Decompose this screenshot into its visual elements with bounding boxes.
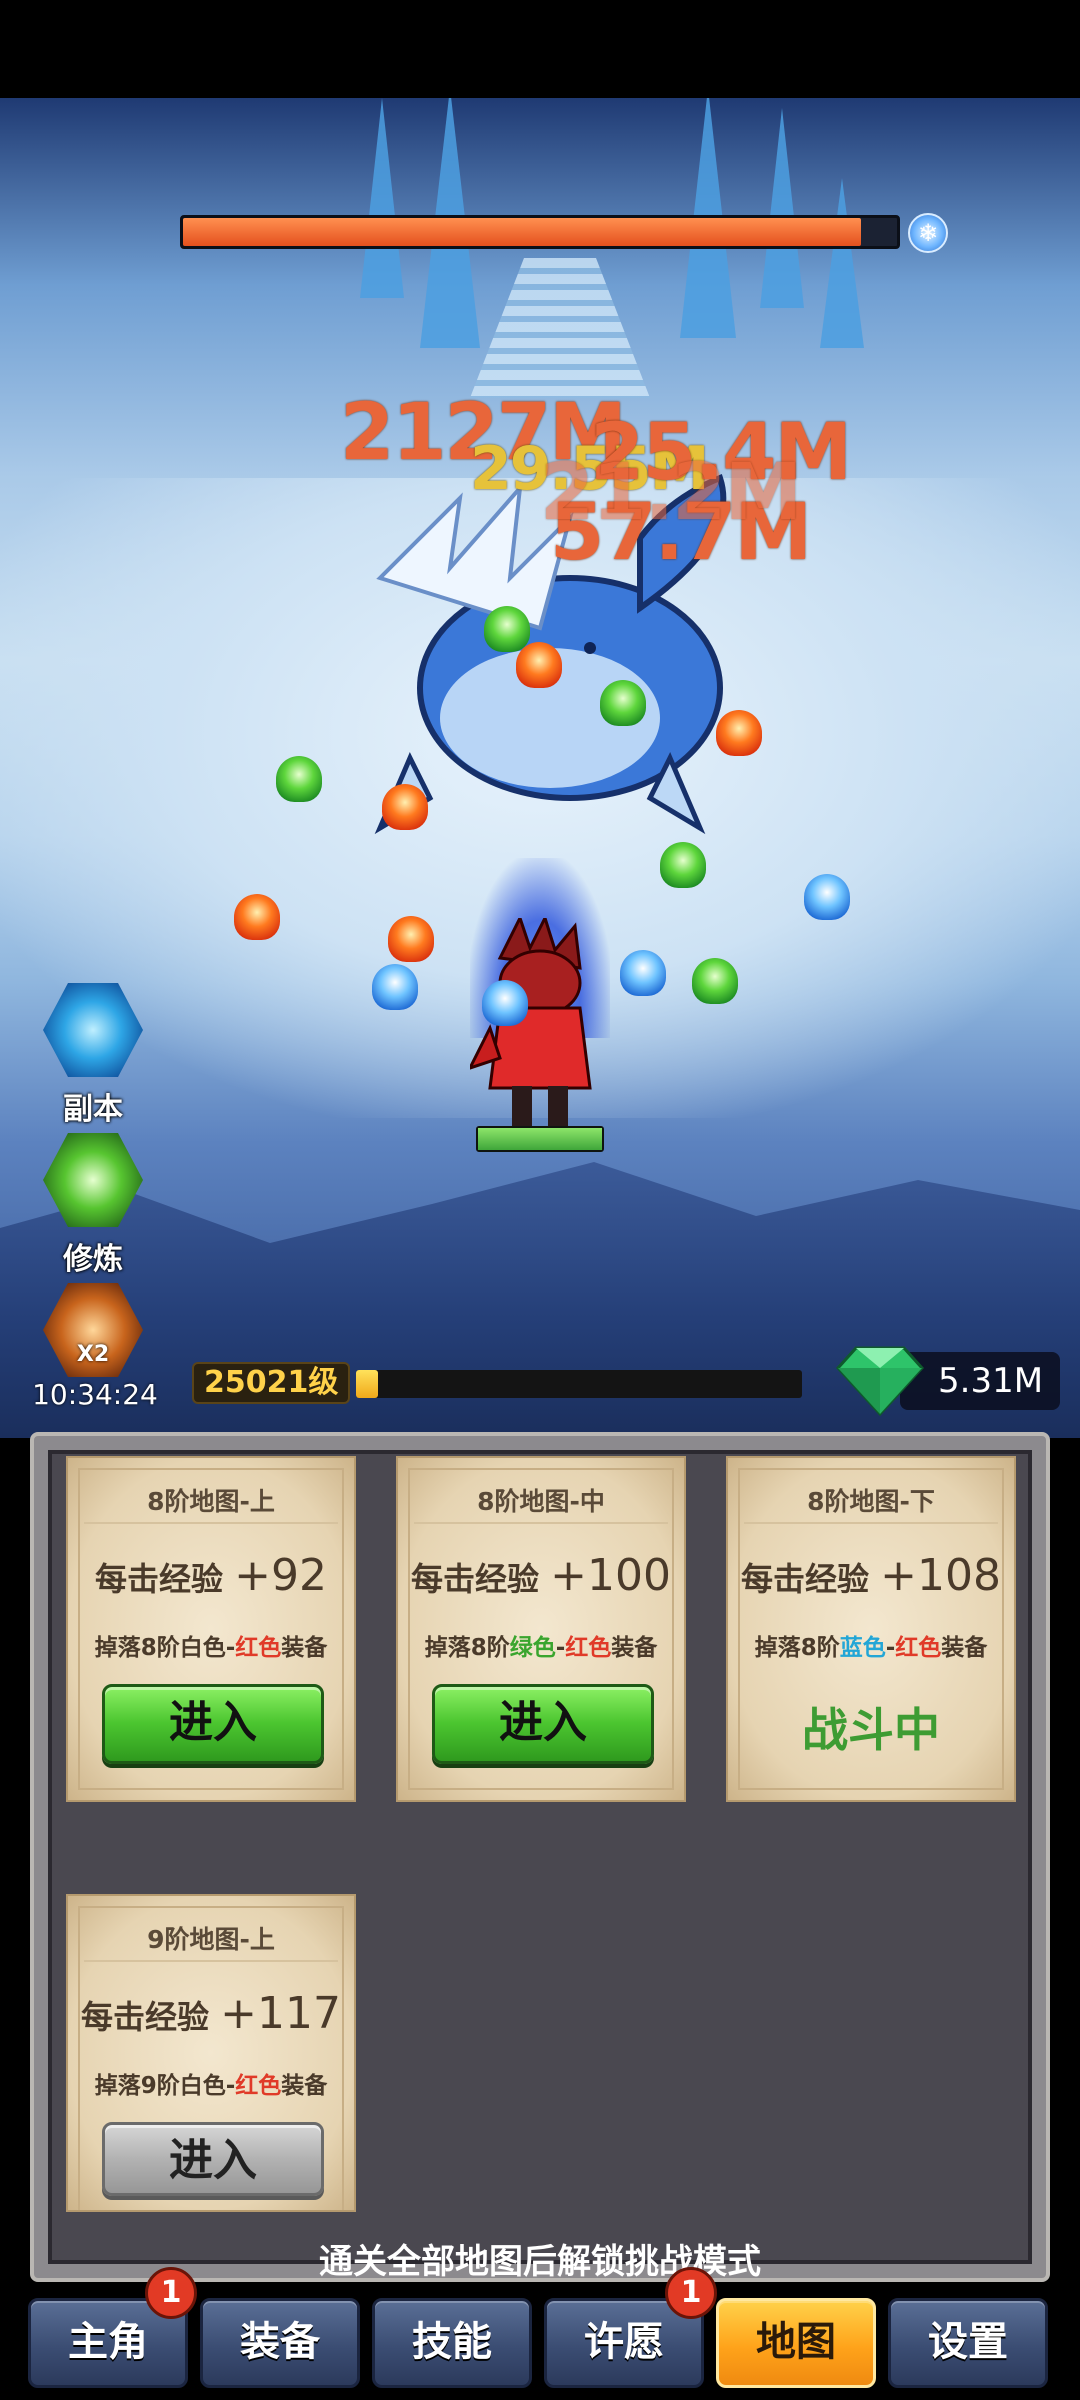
map-list: 8阶地图-上 每击经验 +92 掉落8阶白色-红色装备 进入 8阶地图-中 每击… (48, 1450, 1032, 2282)
nav-wish[interactable]: 许愿 1 (544, 2267, 717, 2388)
red-fire-orb (716, 710, 762, 756)
ice-crystal (760, 108, 804, 308)
map-card: 8阶地图-上 每击经验 +92 掉落8阶白色-红色装备 进入 (66, 1456, 356, 1802)
red-fire-orb (234, 894, 280, 940)
map-card: 8阶地图-下 每击经验 +108 掉落8阶蓝色-红色装备 战斗中 (726, 1456, 1016, 1802)
nav-equipment-label: 装备 (240, 2319, 320, 2365)
exp-per-hit: 每击经验 +100 (410, 1550, 671, 1601)
blue-fire-orb (804, 874, 850, 920)
nav-map[interactable]: 地图 (716, 2298, 876, 2388)
boss-health-fill (183, 218, 862, 246)
hero-health-bar (476, 1126, 604, 1152)
hero-health-fill (478, 1128, 602, 1150)
red-fire-orb (516, 642, 562, 688)
red-fire-orb (388, 916, 434, 962)
training-swirl-icon (43, 1133, 143, 1227)
blue-fire-orb (372, 964, 418, 1010)
nav-hero[interactable]: 主角 1 (28, 2267, 197, 2388)
map-title: 8阶地图-中 (477, 1487, 605, 1516)
map-title: 9阶地图-上 (147, 1925, 275, 1954)
bottom-navigation: 主角 1 装备 技能 许愿 1 地图 设置 (0, 2267, 1080, 2400)
dungeon-button[interactable]: 副本 (40, 980, 146, 1128)
green-fire-orb (484, 606, 530, 652)
nav-skills[interactable]: 技能 (372, 2298, 532, 2388)
ice-crystal (820, 178, 864, 348)
double-exp-button[interactable]: X2 (40, 1280, 146, 1380)
hero-character[interactable] (470, 918, 610, 1158)
boss-health-bar (180, 215, 900, 249)
in-battle-status: 战斗中 (802, 1703, 940, 1757)
green-fire-orb (660, 842, 706, 888)
enter-button[interactable]: 进入 (102, 2122, 324, 2196)
ice-crystal (360, 98, 404, 298)
nav-settings-label: 设置 (928, 2319, 1008, 2365)
exp-per-hit: 每击经验 +92 (94, 1550, 327, 1601)
red-fire-orb (382, 784, 428, 830)
training-button[interactable]: 修炼 (40, 1130, 146, 1278)
unlock-hint: 通关全部地图后解锁挑战模式 (319, 2242, 761, 2282)
map-title: 8阶地图-上 (147, 1487, 275, 1516)
nav-wish-label: 许愿 (584, 2319, 664, 2365)
drop-info: 掉落8阶白色-红色装备 (94, 1635, 328, 1661)
divider (84, 1960, 338, 1962)
money-bag-icon: X2 (43, 1283, 143, 1377)
dungeon-label: 副本 (63, 1092, 123, 1127)
nav-skills-label: 技能 (412, 2319, 492, 2365)
nav-equipment[interactable]: 装备 (200, 2298, 360, 2388)
experience-fill (356, 1370, 379, 1398)
enter-button[interactable]: 进入 (102, 1684, 324, 1764)
gem-amount: 5.31M (938, 1361, 1044, 1401)
drop-info: 掉落8阶蓝色-红色装备 (754, 1635, 988, 1661)
double-exp-label: X2 (76, 1342, 110, 1367)
battle-scene: 2127M 29.55M 25.4M 57.7M 21.2M (0, 98, 1080, 1438)
gem-count: 5.31M (900, 1352, 1060, 1410)
enter-button[interactable]: 进入 (432, 1684, 654, 1764)
blue-fire-orb (620, 950, 666, 996)
player-level: 25021级 (192, 1362, 351, 1404)
divider (744, 1522, 998, 1524)
nav-map-label: 地图 (756, 2319, 836, 2365)
notification-badge: 1 (665, 2267, 717, 2319)
map-card: 9阶地图-上 每击经验 +117 掉落9阶白色-红色装备 进入 (66, 1894, 356, 2212)
map-card: 8阶地图-中 每击经验 +100 掉落8阶绿色-红色装备 进入 (396, 1456, 686, 1802)
portal-icon (43, 983, 143, 1077)
blue-fire-orb (482, 980, 528, 1026)
drop-info: 掉落9阶白色-红色装备 (94, 2073, 328, 2099)
snowflake-icon: ❄ (908, 213, 948, 253)
ice-stairs (470, 258, 650, 398)
emerald-gem-icon (836, 1346, 924, 1416)
double-exp-timer: 10:34:24 (32, 1378, 158, 1411)
nav-settings[interactable]: 设置 (888, 2298, 1048, 2388)
damage-number: 21.2M (540, 448, 802, 538)
nav-hero-label: 主角 (68, 2319, 148, 2365)
divider (414, 1522, 668, 1524)
experience-bar (356, 1370, 802, 1398)
green-fire-orb (692, 958, 738, 1004)
green-fire-orb (600, 680, 646, 726)
green-fire-orb (276, 756, 322, 802)
map-selection-panel: 8阶地图-上 每击经验 +92 掉落8阶白色-红色装备 进入 8阶地图-中 每击… (30, 1432, 1050, 2282)
divider (84, 1522, 338, 1524)
training-label: 修炼 (63, 1242, 123, 1277)
drop-info: 掉落8阶绿色-红色装备 (424, 1635, 658, 1661)
map-title: 8阶地图-下 (807, 1487, 935, 1516)
notification-badge: 1 (145, 2267, 197, 2319)
exp-per-hit: 每击经验 +117 (80, 1988, 341, 2039)
exp-per-hit: 每击经验 +108 (740, 1550, 1001, 1601)
